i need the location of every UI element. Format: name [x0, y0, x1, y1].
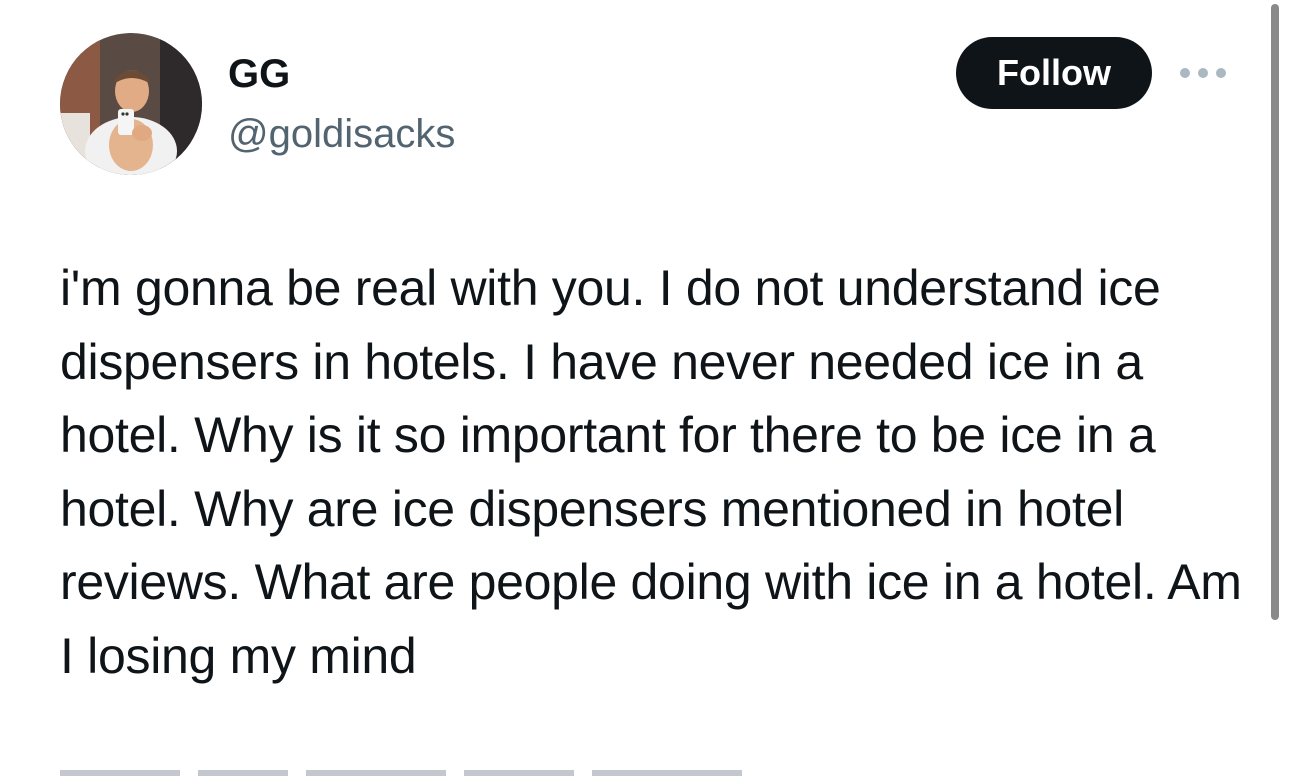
- dot: [1216, 68, 1226, 78]
- tweet-text: i'm gonna be real with you. I do not und…: [60, 260, 1242, 684]
- more-options-icon[interactable]: [1180, 60, 1226, 86]
- author-handle[interactable]: @goldisacks: [228, 108, 455, 160]
- author-display-name[interactable]: GG: [228, 48, 290, 100]
- clipped-timestamp-row: [60, 770, 820, 781]
- dot: [1198, 68, 1208, 78]
- dot: [1180, 68, 1190, 78]
- follow-button[interactable]: Follow: [956, 37, 1152, 109]
- scrollbar[interactable]: [1271, 4, 1279, 620]
- profile-avatar[interactable]: [60, 33, 202, 175]
- tweet-card: GG @goldisacks Follow i'm gonna be real …: [0, 0, 1290, 781]
- profile-photo-icon: [60, 33, 202, 175]
